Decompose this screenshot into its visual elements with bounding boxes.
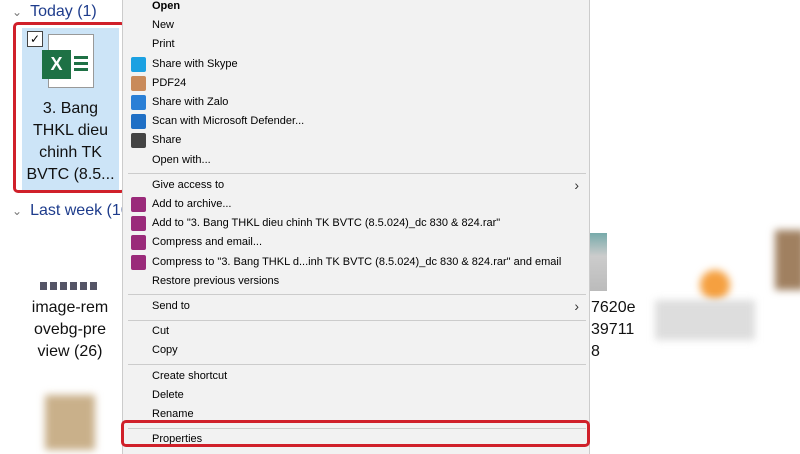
menu-item-label: Share with Skype (152, 57, 238, 70)
menu-item-pdf24[interactable]: PDF24 (123, 74, 589, 93)
skype-icon (131, 56, 146, 72)
menu-item-share-with-skype[interactable]: Share with Skype (123, 55, 589, 74)
chevron-down-icon: ⌄ (12, 204, 23, 218)
properties-highlight (121, 420, 590, 447)
group-header-today[interactable]: ⌄ Today (1) (12, 3, 97, 21)
menu-item-create-shortcut[interactable]: Create shortcut (123, 367, 589, 386)
blurred-thumbnail (45, 395, 95, 450)
menu-item-label: PDF24 (152, 76, 187, 89)
menu-item-print[interactable]: Print (123, 35, 589, 54)
menu-separator (128, 173, 586, 175)
share-icon (131, 133, 146, 149)
defender-shield-icon (131, 114, 146, 130)
menu-item-label: New (152, 19, 175, 32)
menu-item-label: Send to (152, 300, 190, 312)
menu-item-scan-with-microsoft-defender[interactable]: Scan with Microsoft Defender... (123, 112, 589, 131)
winrar-icon (131, 254, 146, 270)
menu-item-restore-previous-versions[interactable]: Restore previous versions (123, 272, 589, 291)
menu-item-label: Scan with Microsoft Defender... (152, 115, 305, 128)
menu-item-label: Delete (152, 388, 184, 401)
context-menu: Open New Print Share with Skype PDF24 Share w… (122, 0, 590, 454)
file-name[interactable]: 7620e 39711 8 (591, 297, 636, 363)
winrar-icon (131, 216, 146, 232)
image-thumbnail (590, 233, 607, 291)
menu-separator (128, 319, 586, 321)
menu-item-compress-to-3-bang-thkl-d-inh-tk-bvtc-8-[interactable]: Compress to "3. Bang THKL d...inh TK BVT… (123, 253, 589, 272)
file-name[interactable]: image-rem ovebg-pre view (26) (20, 297, 120, 363)
menu-item-label: Share with Zalo (152, 96, 229, 108)
menu-item-open-with[interactable]: Open with... (123, 151, 589, 170)
menu-item-add-to-archive[interactable]: Add to archive... (123, 195, 589, 214)
menu-item-label: Compress to "3. Bang THKL d...inh TK BVT… (152, 255, 562, 268)
chevron-right-icon: › (574, 298, 579, 314)
menu-item-label: Give access to (152, 178, 225, 191)
pdf24-icon (131, 75, 146, 91)
menu-item-label: Add to archive... (152, 198, 232, 210)
blurred-file-name (655, 300, 755, 340)
group-label: Last week (16 (30, 202, 130, 219)
menu-item-give-access-to[interactable]: Give access to › (123, 176, 589, 195)
selected-file-highlight (13, 22, 126, 193)
zalo-icon (131, 95, 146, 110)
chevron-down-icon: ⌄ (12, 5, 23, 19)
menu-item-copy[interactable]: Copy (123, 341, 589, 360)
menu-item-label: Rename (152, 408, 194, 420)
menu-item-send-to[interactable]: Send to › (123, 297, 589, 316)
image-thumbnail (40, 282, 100, 290)
menu-item-label: Open with... (152, 153, 211, 166)
menu-item-label: Compress and email... (152, 236, 263, 249)
menu-item-add-to-3-bang-thkl-dieu-chinh-tk-bvtc-8-[interactable]: Add to "3. Bang THKL dieu chinh TK BVTC … (123, 214, 589, 233)
menu-item-label: Add to "3. Bang THKL dieu chinh TK BVTC … (152, 217, 501, 230)
menu-item-compress-and-email[interactable]: Compress and email... (123, 233, 589, 252)
menu-item-label: Cut (152, 325, 170, 338)
menu-item-delete[interactable]: Delete (123, 386, 589, 405)
menu-item-open[interactable]: Open (123, 0, 589, 16)
group-label: Today (1) (30, 3, 97, 20)
menu-item-cut[interactable]: Cut (123, 322, 589, 341)
menu-item-label: Restore previous versions (152, 274, 280, 287)
menu-separator (128, 363, 586, 365)
menu-item-share-with-zalo[interactable]: Share with Zalo (123, 93, 589, 112)
menu-item-label: Create shortcut (152, 369, 228, 382)
menu-item-label: Copy (152, 344, 178, 357)
chevron-right-icon: › (574, 176, 579, 193)
menu-item-new[interactable]: New (123, 16, 589, 35)
menu-separator (128, 294, 586, 296)
group-header-last-week[interactable]: ⌄ Last week (16 (12, 202, 130, 220)
menu-item-label: Share (152, 134, 182, 147)
winrar-icon (131, 235, 146, 251)
menu-item-label: Print (152, 38, 175, 51)
blurred-file-icon (700, 270, 730, 300)
menu-item-label: Open (152, 0, 181, 12)
winrar-icon (131, 197, 146, 212)
menu-item-share[interactable]: Share (123, 131, 589, 150)
blurred-thumbnail (775, 230, 800, 290)
